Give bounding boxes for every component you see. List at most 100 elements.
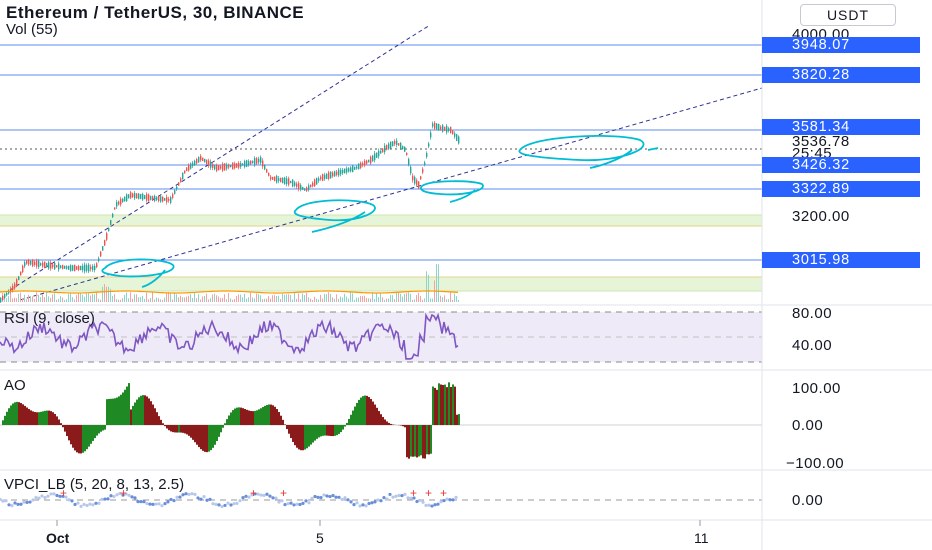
ao-bar <box>200 425 202 450</box>
candle-body <box>420 176 422 180</box>
candle-body <box>50 262 52 269</box>
ao-bar <box>300 425 302 451</box>
candle-body <box>258 158 260 163</box>
vpci-point <box>403 492 407 496</box>
ao-bar <box>76 425 78 453</box>
ao-bar <box>416 425 418 458</box>
candle-body <box>74 264 76 272</box>
candle-body <box>212 164 214 168</box>
candle-body <box>428 143 430 147</box>
currency-selector[interactable]: USDT <box>800 4 896 26</box>
volume-bar <box>118 299 119 302</box>
vpci-point <box>448 498 452 502</box>
time-label-oct: Oct <box>46 530 70 546</box>
volume-bar <box>90 295 91 302</box>
vpci-point <box>169 497 173 502</box>
vpci-point <box>184 492 188 496</box>
ao-bar <box>96 425 98 436</box>
price-tag-3322[interactable]: 3322.89 <box>762 181 920 197</box>
ao-bar <box>24 405 26 425</box>
volume-bar <box>240 294 241 302</box>
ao-bar <box>224 423 226 425</box>
vpci-point <box>235 501 239 505</box>
candle-body <box>236 163 238 168</box>
volume-bar <box>244 293 245 302</box>
ao-bar <box>228 415 230 425</box>
ao-bar <box>264 405 266 425</box>
ao-bar <box>236 407 238 425</box>
volume-bar <box>78 292 79 302</box>
price-tag-3948[interactable]: 3948.07 <box>762 37 920 53</box>
ao-bar <box>410 425 412 457</box>
volume-bar <box>112 295 113 302</box>
ao-bar <box>214 425 216 445</box>
vpci-point <box>55 493 59 498</box>
ao-bar <box>98 425 100 434</box>
candle-body <box>240 163 242 167</box>
ao-bar <box>8 408 10 425</box>
vpci-cross-marker: + <box>250 486 257 500</box>
volume-bar <box>104 284 105 302</box>
candle-body <box>28 260 30 265</box>
vpci-point <box>220 504 224 509</box>
volume-bar <box>188 295 189 302</box>
upper-trend-line[interactable] <box>9 24 431 291</box>
ao-bar <box>166 425 168 429</box>
price-tag-3426[interactable]: 3426.32 <box>762 157 920 173</box>
ao-bar <box>298 425 300 450</box>
candle-body <box>392 141 394 147</box>
volume-bar <box>182 297 183 302</box>
candle-body <box>266 169 268 173</box>
candle-body <box>436 123 438 130</box>
vpci-point <box>391 495 395 499</box>
candle-body <box>286 178 288 185</box>
price-tag-3820[interactable]: 3820.28 <box>762 67 920 83</box>
volume-bar <box>290 294 291 302</box>
ao-bar <box>222 425 224 428</box>
volume-bar <box>422 299 423 302</box>
candle-body <box>386 145 388 150</box>
volume-bar <box>8 296 9 302</box>
price-tag-3015[interactable]: 3015.98 <box>762 252 920 268</box>
volume-bar <box>120 299 121 302</box>
candle-body <box>100 251 102 257</box>
ao-bar <box>268 404 270 425</box>
volume-bar <box>406 293 407 302</box>
candle-body <box>6 292 8 296</box>
volume-bar <box>278 295 279 302</box>
volume-legend[interactable]: Vol (55) <box>6 21 58 38</box>
vpci-point <box>1 499 5 503</box>
ao-bar <box>440 384 442 425</box>
ao-bar <box>360 397 362 425</box>
volume-bar <box>154 299 155 302</box>
price-tag-3581[interactable]: 3581.34 <box>762 119 920 135</box>
vpci-cross-marker: + <box>410 486 417 500</box>
candle-body <box>186 167 188 172</box>
volume-bar <box>368 298 369 302</box>
volume-bar <box>382 297 383 302</box>
volume-bar <box>126 292 127 302</box>
ao-bar <box>220 425 222 433</box>
vpci-legend[interactable]: VPCI_LB (5, 20, 8, 13, 2.5) <box>4 476 184 493</box>
candle-body <box>52 264 54 268</box>
candle-body <box>114 207 116 210</box>
vpci-point <box>328 494 332 499</box>
vpci-point <box>88 502 92 506</box>
vpci-cross-marker: + <box>425 486 432 500</box>
ao-legend[interactable]: AO <box>4 377 26 394</box>
candle-body <box>330 171 332 179</box>
annotations[interactable] <box>101 135 659 288</box>
candle-body <box>154 195 156 201</box>
candle-body <box>260 157 262 163</box>
volume-bar <box>318 299 319 302</box>
candle-body <box>458 136 460 144</box>
vpci-point <box>4 499 8 503</box>
candle-body <box>310 184 312 188</box>
volume-bar <box>392 295 393 302</box>
volume-bar <box>66 299 67 302</box>
volume-bar <box>214 293 215 302</box>
rsi-axis-40: 40.00 <box>792 337 833 354</box>
volume-bar <box>210 298 211 302</box>
candle-body <box>408 158 410 166</box>
rsi-legend[interactable]: RSI (9, close) <box>4 310 95 327</box>
